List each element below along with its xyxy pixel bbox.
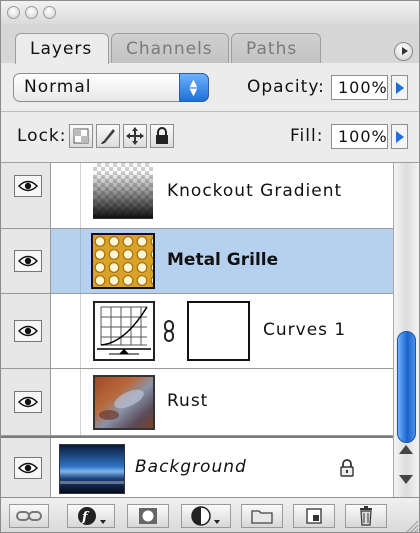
visibility-toggle[interactable]: [1, 229, 51, 293]
fill-field[interactable]: 100%: [331, 124, 388, 149]
resize-grip-icon[interactable]: [405, 518, 419, 532]
visibility-toggle[interactable]: [1, 438, 51, 497]
tab-layers[interactable]: Layers: [15, 33, 109, 64]
layers-palette: Layers Channels Paths Normal ▲ ▼ Opacity:…: [0, 0, 420, 533]
layers-scrollbar[interactable]: [393, 163, 419, 497]
opacity-field[interactable]: 100%: [331, 75, 388, 100]
tab-paths[interactable]: Paths: [231, 33, 321, 63]
layer-row-knockout-gradient[interactable]: Knockout Gradient: [1, 163, 393, 229]
trash-icon[interactable]: [345, 504, 387, 528]
layers-list: Knockout Gradient Metal Grille Curves 1 …: [1, 163, 393, 497]
layer-style-icon[interactable]: f: [67, 504, 115, 528]
new-layer-icon[interactable]: [293, 504, 335, 528]
close-window-button[interactable]: [7, 6, 20, 19]
layer-name[interactable]: Knockout Gradient: [167, 181, 342, 201]
fill-label: Fill:: [290, 126, 324, 146]
palette-tabs: Layers Channels Paths: [1, 25, 419, 64]
layer-indent: [51, 229, 81, 293]
chain-link-icon[interactable]: [163, 320, 175, 342]
visibility-toggle[interactable]: [1, 294, 51, 368]
zoom-window-button[interactable]: [43, 6, 56, 19]
lock-image-pixels-icon[interactable]: [96, 124, 120, 148]
palette-title-bar: [1, 1, 419, 26]
layer-mask-icon[interactable]: [127, 504, 169, 528]
layer-thumbnail: [93, 163, 153, 219]
fill-slider-arrow-icon[interactable]: [391, 124, 408, 149]
lock-position-icon[interactable]: [123, 124, 147, 148]
layer-name[interactable]: Metal Grille: [167, 250, 278, 270]
scroll-up-arrow-icon[interactable]: [399, 445, 413, 454]
visibility-toggle[interactable]: [1, 163, 51, 228]
layer-row-metal-grille[interactable]: Metal Grille: [1, 229, 393, 294]
layers-bottom-toolbar: f: [1, 497, 419, 532]
new-group-icon[interactable]: [241, 504, 283, 528]
layer-indent: [51, 294, 81, 368]
link-layers-icon[interactable]: [9, 504, 49, 528]
blend-mode-value: Normal: [24, 77, 92, 97]
layer-name[interactable]: Background: [135, 457, 247, 477]
palette-menu-icon[interactable]: [394, 42, 413, 61]
layer-row-rust[interactable]: Rust: [1, 369, 393, 436]
eye-icon: [14, 391, 42, 413]
updown-arrows-icon: ▲ ▼: [179, 73, 209, 102]
layer-name[interactable]: Rust: [167, 391, 208, 411]
lock-transparency-icon[interactable]: [69, 124, 93, 148]
tab-channels[interactable]: Channels: [111, 33, 229, 63]
layer-mask-thumbnail: [187, 301, 250, 361]
layer-indent: [51, 163, 81, 228]
layer-indent: [51, 369, 81, 435]
visibility-toggle[interactable]: [1, 369, 51, 435]
scroll-down-arrow-icon[interactable]: [399, 475, 413, 484]
eye-icon: [14, 457, 42, 479]
layer-name[interactable]: Curves 1: [263, 320, 346, 340]
eye-icon: [14, 320, 42, 342]
blend-mode-select[interactable]: Normal ▲ ▼: [13, 73, 209, 102]
eye-icon: [14, 250, 42, 272]
curves-adjustment-icon: [93, 301, 155, 361]
layer-row-curves-1[interactable]: Curves 1: [1, 294, 393, 369]
eye-icon: [14, 175, 42, 197]
layer-row-background[interactable]: Background: [1, 436, 393, 497]
lock-label: Lock:: [17, 126, 67, 146]
layer-thumbnail: [91, 233, 155, 289]
opacity-label: Opacity:: [247, 77, 325, 97]
scrollbar-thumb[interactable]: [397, 331, 416, 443]
lock-fill-row: Lock: Fill: 100%: [1, 112, 419, 163]
layer-thumbnail: [93, 375, 155, 430]
minimize-window-button[interactable]: [25, 6, 38, 19]
opacity-slider-arrow-icon[interactable]: [391, 75, 408, 100]
layer-thumbnail: [59, 444, 125, 494]
blend-options-row: Normal ▲ ▼ Opacity: 100%: [1, 63, 419, 112]
adjustment-layer-icon[interactable]: [181, 504, 231, 528]
padlock-icon: [339, 459, 355, 477]
lock-all-icon[interactable]: [150, 124, 174, 148]
